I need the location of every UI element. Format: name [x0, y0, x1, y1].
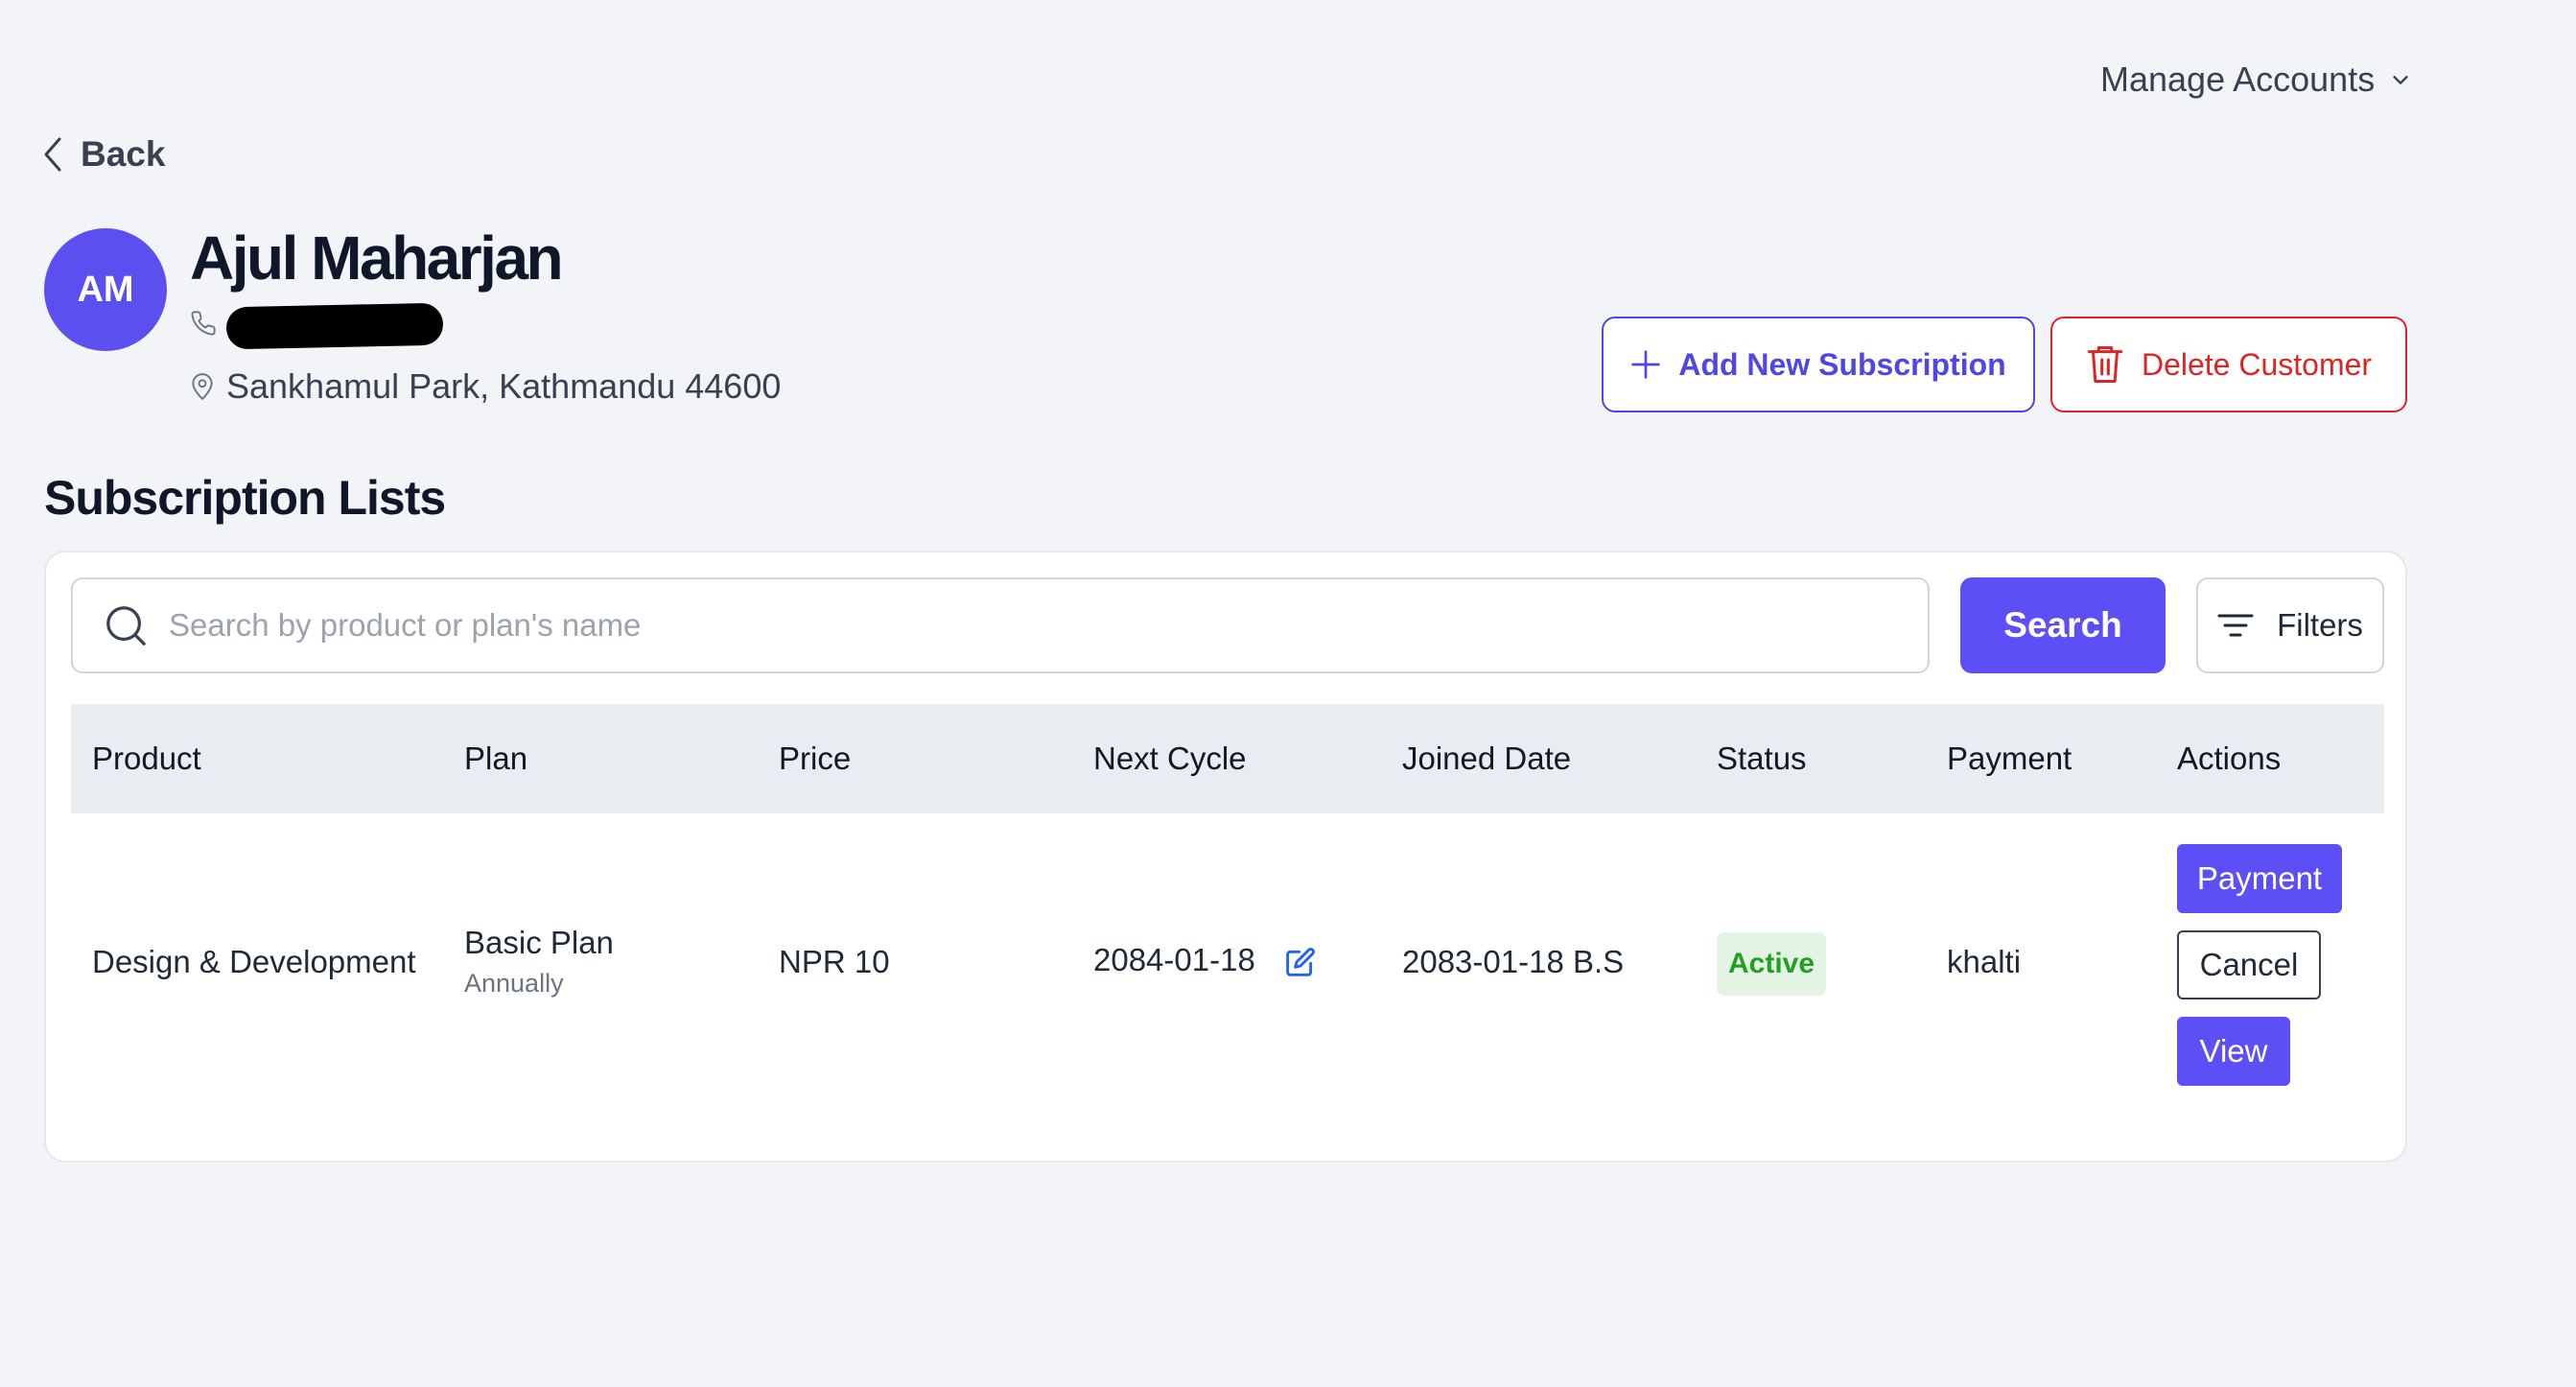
column-header-plan: Plan — [464, 741, 528, 776]
customer-address-row: Sankhamul Park, Kathmandu 44600 — [190, 366, 781, 407]
view-button[interactable]: View — [2177, 1017, 2290, 1086]
plan-name: Basic Plan — [464, 925, 614, 960]
search-icon — [106, 606, 146, 646]
manage-accounts-label: Manage Accounts — [2100, 59, 2376, 99]
filters-label: Filters — [2277, 607, 2363, 643]
back-label: Back — [81, 134, 166, 174]
back-link[interactable]: Back — [42, 134, 165, 175]
map-pin-icon — [192, 373, 213, 401]
subscriptions-card: Search Filters Product Plan Price Next C… — [44, 551, 2407, 1163]
manage-accounts-menu[interactable]: Manage Accounts — [2100, 59, 2411, 100]
filter-icon — [2217, 614, 2254, 637]
cell-plan: Basic Plan Annually — [464, 925, 614, 999]
trash-icon — [2087, 346, 2123, 383]
filters-button[interactable]: Filters — [2196, 577, 2384, 673]
next-cycle-date: 2084-01-18 — [1093, 942, 1255, 977]
search-box[interactable] — [71, 577, 1930, 673]
search-input[interactable] — [169, 582, 1928, 669]
column-header-actions: Actions — [2177, 741, 2282, 776]
customer-name: Ajul Maharjan — [190, 223, 564, 293]
chevron-left-icon — [44, 137, 61, 172]
phone-icon — [191, 311, 216, 336]
cell-status: Active — [1717, 932, 1827, 996]
cell-next-cycle: 2084-01-18 — [1093, 942, 1316, 978]
column-header-price: Price — [779, 741, 852, 776]
cell-product: Design & Development — [92, 944, 416, 979]
status-badge: Active — [1717, 932, 1827, 996]
column-header-joined-date: Joined Date — [1402, 741, 1572, 776]
edit-icon[interactable] — [1285, 947, 1316, 977]
add-new-subscription-label: Add New Subscription — [1678, 346, 2006, 382]
plus-icon — [1631, 350, 1660, 379]
customer-phone-row — [190, 299, 444, 350]
cancel-button[interactable]: Cancel — [2177, 930, 2321, 999]
plan-period: Annually — [464, 969, 564, 998]
cell-payment: khalti — [1947, 944, 2022, 979]
phone-redaction — [225, 302, 444, 350]
column-header-status: Status — [1717, 741, 1807, 776]
delete-customer-button[interactable]: Delete Customer — [2050, 317, 2407, 412]
delete-customer-label: Delete Customer — [2141, 346, 2373, 382]
avatar: AM — [44, 228, 167, 351]
search-button[interactable]: Search — [1960, 577, 2166, 673]
cell-joined-date: 2083-01-18 B.S — [1402, 944, 1625, 979]
subscription-lists-title: Subscription Lists — [44, 471, 446, 525]
column-header-next-cycle: Next Cycle — [1093, 741, 1247, 776]
chevron-down-icon — [2393, 76, 2408, 84]
payment-button[interactable]: Payment — [2177, 844, 2342, 913]
customer-address: Sankhamul Park, Kathmandu 44600 — [226, 366, 782, 406]
column-header-product: Product — [92, 741, 201, 776]
cell-price: NPR 10 — [779, 944, 890, 979]
add-new-subscription-button[interactable]: Add New Subscription — [1602, 317, 2035, 412]
column-header-payment: Payment — [1947, 741, 2073, 776]
table-header: Product Plan Price Next Cycle Joined Dat… — [71, 704, 2384, 813]
